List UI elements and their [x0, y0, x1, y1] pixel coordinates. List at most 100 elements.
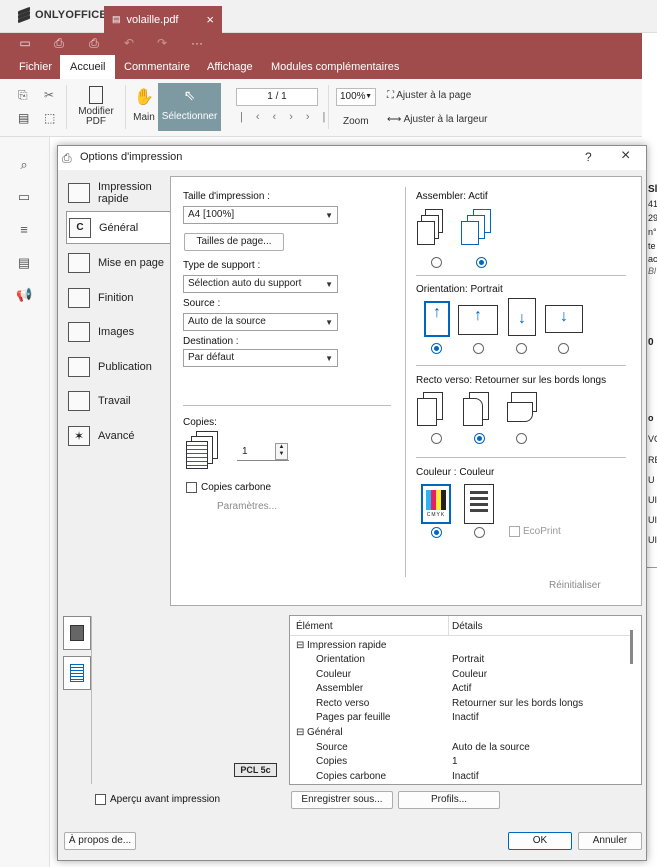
page-sizes-button[interactable]: Tailles de page... [184, 233, 284, 251]
printer-icon: ⎙ [62, 151, 72, 165]
next-page-icon[interactable]: › [289, 111, 306, 123]
menu-file[interactable]: Fichier [19, 55, 52, 79]
tab-job[interactable]: Travail [66, 384, 170, 417]
row-details: Portrait [452, 654, 485, 665]
doc-text: ac [648, 254, 657, 264]
uncollated-icon [417, 209, 447, 249]
more-icon[interactable]: ··· [190, 36, 204, 50]
source-label: Source : [183, 298, 221, 309]
save-icon[interactable]: ▭ [18, 36, 32, 50]
collate-off-radio[interactable] [431, 257, 442, 268]
reset-button[interactable]: Réinitialiser [549, 580, 601, 591]
copies-spinner[interactable]: ▲ ▼ [275, 443, 288, 460]
tab-quick-print[interactable]: Impression rapide [66, 176, 170, 209]
zoom-field[interactable]: 100% ▼ [336, 88, 376, 106]
doc-text: Bl [648, 266, 657, 276]
select-tool-button[interactable]: ⇖ Sélectionner [158, 83, 221, 131]
orientation-rotated-landscape-radio[interactable] [558, 343, 569, 354]
undo-icon[interactable]: ↶ [122, 36, 136, 50]
collapse-icon[interactable]: ⊟ [296, 639, 304, 653]
element-column-header[interactable]: Élément [296, 621, 333, 632]
document-tab-title: volaille.pdf [126, 13, 179, 26]
ok-button[interactable]: OK [508, 832, 572, 850]
copy-icon[interactable]: ⎘ [18, 88, 28, 103]
print-preview-checkbox[interactable] [95, 794, 106, 805]
source-select[interactable]: Auto de la source ▼ [183, 313, 338, 331]
menu-plugins[interactable]: Modules complémentaires [271, 55, 399, 79]
tab-publishing[interactable]: Publication [66, 350, 170, 383]
cancel-button[interactable]: Annuler [578, 832, 642, 850]
list-scrollbar[interactable] [630, 630, 633, 664]
document-tab[interactable]: ▤ volaille.pdf × [104, 6, 222, 33]
quick-print-icon[interactable]: ⎙ [87, 36, 101, 50]
parameters-button[interactable]: Paramètres... [217, 501, 277, 512]
orientation-rotated-portrait-radio[interactable] [516, 343, 527, 354]
select-all-icon[interactable]: ⬚ [44, 111, 55, 125]
collapse-icon[interactable]: ⊟ [296, 726, 304, 740]
feedback-icon[interactable]: 📢 [16, 287, 32, 303]
menu-home[interactable]: Accueil [60, 55, 116, 79]
tab-advanced[interactable]: ✶ Avancé [66, 419, 170, 452]
close-button[interactable]: × [621, 147, 630, 165]
tab-general[interactable]: C Général [66, 211, 170, 244]
group-label: Impression rapide [307, 640, 387, 651]
ecoprint-checkbox[interactable] [509, 526, 520, 537]
fit-width-button[interactable]: ⟷ Ajuster à la largeur [387, 114, 488, 125]
orientation-portrait-radio[interactable] [431, 343, 442, 354]
row-element: Pages par feuille [316, 712, 391, 723]
grayscale-radio[interactable] [474, 527, 485, 538]
help-button[interactable]: ? [585, 150, 592, 164]
last-page-icon[interactable]: ›| [306, 111, 339, 123]
details-column-header[interactable]: Détails [452, 621, 483, 632]
media-type-select[interactable]: Sélection auto du support ▼ [183, 275, 338, 293]
duplex-short-edge-radio[interactable] [516, 433, 527, 444]
page-number-field[interactable]: 1 / 1 [236, 88, 318, 106]
pcl-badge: PCL 5c [234, 763, 277, 777]
menu-comment[interactable]: Commentaire [124, 55, 190, 79]
duplex-long-edge-radio[interactable] [474, 433, 485, 444]
row-element: Copies carbone [316, 771, 387, 782]
duplex-off-radio[interactable] [431, 433, 442, 444]
fit-page-button[interactable]: ⛶ Ajuster à la page [387, 90, 471, 101]
edit-pdf-button[interactable]: Modifier PDF [77, 86, 115, 127]
carbon-copies-checkbox[interactable] [186, 482, 197, 493]
about-button[interactable]: À propos de... [64, 832, 136, 850]
print-size-select[interactable]: A4 [100%] ▼ [183, 206, 338, 224]
redo-icon[interactable]: ↷ [155, 36, 169, 50]
row-details: 1 [452, 756, 458, 767]
tab-close-icon[interactable]: × [206, 12, 214, 27]
comments-icon[interactable]: ▭ [16, 189, 32, 205]
printer-view-tab[interactable] [63, 616, 91, 650]
menu-view[interactable]: Affichage [207, 55, 253, 79]
copies-field[interactable]: 1 ▲ ▼ [237, 443, 289, 461]
doc-text: o [648, 413, 654, 423]
destination-select[interactable]: Par défaut ▼ [183, 349, 338, 367]
simplex-icon [417, 392, 447, 432]
orientation-landscape-radio[interactable] [473, 343, 484, 354]
chevron-down-icon: ▼ [325, 280, 333, 289]
list-item: Couleur Couleur [290, 668, 630, 682]
print-icon[interactable]: ⎙ [52, 36, 66, 50]
thumbnails-icon[interactable]: ▤ [16, 255, 32, 271]
tab-images[interactable]: Images [66, 315, 170, 348]
navigation-icon[interactable]: ≡ [16, 222, 32, 238]
hand-tool-button[interactable]: ✋ Main [130, 87, 158, 123]
arrow-down-icon: ↓ [560, 308, 568, 325]
cut-icon[interactable]: ✂ [44, 88, 54, 102]
save-as-button[interactable]: Enregistrer sous... [291, 791, 393, 809]
profiles-button[interactable]: Profils... [398, 791, 500, 809]
first-page-icon[interactable]: |‹ [240, 111, 273, 123]
search-icon[interactable]: ⌕ [16, 157, 32, 173]
tab-finishing[interactable]: Finition [66, 281, 170, 314]
prev-page-icon[interactable]: ‹ [273, 111, 290, 123]
orientation-heading: Orientation: Portrait [416, 284, 503, 295]
edit-pdf-label: Modifier PDF [78, 106, 114, 127]
paste-icon[interactable]: ▤ [18, 111, 29, 125]
page-view-tab[interactable] [63, 656, 91, 690]
duplex-value: Retourner sur les bords longs [474, 375, 607, 386]
color-radio[interactable] [431, 527, 442, 538]
tab-layout[interactable]: Mise en page [66, 246, 170, 279]
fit-width-icon: ⟷ [387, 114, 402, 125]
collate-on-radio[interactable] [476, 257, 487, 268]
doc-text: te [648, 241, 656, 251]
